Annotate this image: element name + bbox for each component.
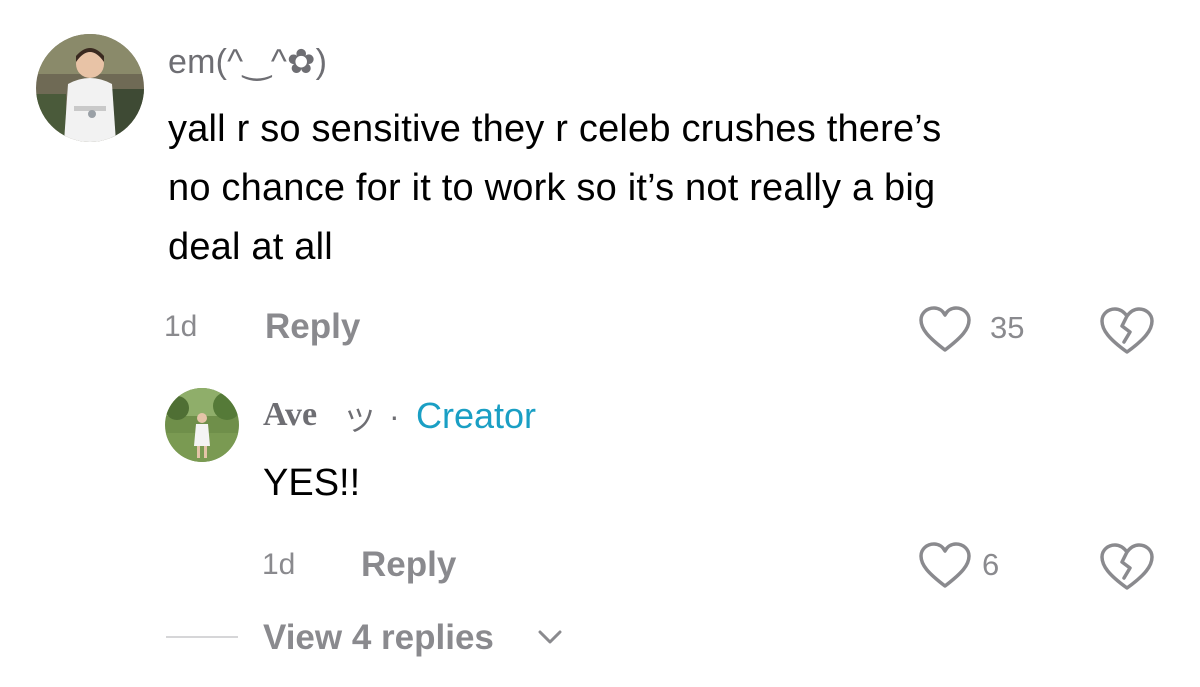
avatar-image bbox=[165, 388, 239, 462]
like-count: 6 bbox=[982, 547, 1000, 582]
separator-dot: · bbox=[389, 398, 400, 434]
heart-outline-icon[interactable] bbox=[918, 542, 972, 590]
avatar[interactable] bbox=[165, 388, 239, 462]
comment-text: yall r so sensitive they r celeb crushes… bbox=[168, 108, 942, 268]
reply-username[interactable]: Ave bbox=[263, 396, 317, 434]
heart-outline-icon[interactable] bbox=[918, 306, 972, 354]
comment-username[interactable]: em(^‿^✿) bbox=[168, 42, 327, 82]
reply-timestamp: 1d bbox=[262, 548, 296, 581]
like-count: 35 bbox=[990, 310, 1025, 345]
reply-text: YES!! bbox=[263, 462, 361, 504]
reply-button[interactable]: Reply bbox=[361, 545, 456, 585]
comment-timestamp: 1d bbox=[164, 310, 198, 343]
creator-badge: Creator bbox=[416, 395, 537, 436]
broken-heart-icon[interactable] bbox=[1098, 306, 1156, 356]
reply-username-emoji: ツ bbox=[345, 405, 375, 438]
replies-divider bbox=[166, 636, 238, 638]
view-replies-button[interactable]: View 4 replies bbox=[263, 618, 494, 658]
broken-heart-icon[interactable] bbox=[1098, 542, 1156, 592]
reply-button[interactable]: Reply bbox=[265, 307, 360, 347]
avatar[interactable] bbox=[36, 34, 144, 142]
chevron-down-icon[interactable] bbox=[536, 627, 564, 647]
avatar-image bbox=[36, 34, 144, 142]
